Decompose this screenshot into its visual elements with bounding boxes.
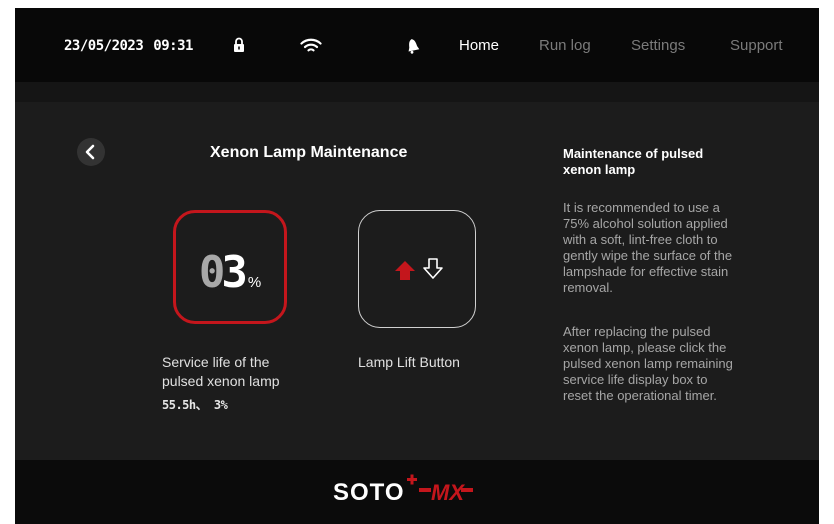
service-life-label-line2: pulsed xenon lamp <box>162 373 280 389</box>
info-line: pulsed xenon lamp remaining <box>563 356 733 371</box>
service-life-label: Service life of the pulsed xenon lamp <box>162 353 280 391</box>
info-title-line2: xenon lamp <box>563 162 636 177</box>
lamp-lift-label: Lamp Lift Button <box>358 354 460 370</box>
date-time: 23/05/2023 09:31 <box>64 38 193 54</box>
info-line: xenon lamp, please click the <box>563 340 727 355</box>
nav-settings[interactable]: Settings <box>631 37 685 54</box>
lamp-lift-button[interactable] <box>358 210 476 328</box>
logo-suffix: MX <box>431 480 465 505</box>
info-title-line1: Maintenance of pulsed <box>563 146 704 161</box>
nav-run-log[interactable]: Run log <box>539 37 591 54</box>
nav-support[interactable]: Support <box>730 37 783 54</box>
info-line: removal. <box>563 280 613 295</box>
service-life-value: 03 <box>198 247 248 298</box>
service-life-value-main: 3 <box>221 247 247 298</box>
soto-mx-logo: SOTO MX <box>333 474 473 506</box>
page-title: Xenon Lamp Maintenance <box>210 144 408 161</box>
info-line: 75% alcohol solution applied <box>563 216 728 231</box>
service-life-label-line1: Service life of the <box>162 354 270 370</box>
info-paragraph-reset: After replacing the pulsed xenon lamp, p… <box>563 324 763 404</box>
service-life-detail: 55.5h、 3% <box>162 398 228 412</box>
logo-stroke-left <box>419 488 431 492</box>
nav-home[interactable]: Home <box>459 37 499 54</box>
top-bar: 23/05/2023 09:31 Home Run log Settings S… <box>15 8 819 82</box>
header-divider-strip <box>15 82 819 102</box>
bell-icon[interactable] <box>406 38 420 59</box>
device-screen: 23/05/2023 09:31 Home Run log Settings S… <box>15 8 819 524</box>
service-life-display-box[interactable]: 03 % <box>173 210 287 324</box>
info-line: After replacing the pulsed <box>563 324 711 339</box>
info-line: gently wipe the surface of the <box>563 248 733 263</box>
time-text: 09:31 <box>153 38 193 54</box>
info-paragraph-cleaning: It is recommended to use a 75% alcohol s… <box>563 200 763 296</box>
info-line: reset the operational timer. <box>563 388 717 403</box>
service-life-unit: % <box>247 274 262 291</box>
chevron-left-icon <box>85 144 95 160</box>
info-line: service life display box to <box>563 372 708 387</box>
arrow-up-icon <box>394 260 415 280</box>
info-line: lampshade for effective stain <box>563 264 729 279</box>
footer-bar: SOTO MX <box>15 460 819 524</box>
info-line: It is recommended to use a <box>563 200 720 215</box>
arrow-down-icon <box>422 257 443 279</box>
date-text: 23/05/2023 <box>64 38 144 54</box>
lock-icon <box>233 37 245 58</box>
info-title: Maintenance of pulsed xenon lamp <box>563 146 738 178</box>
logo-stroke-right <box>461 488 473 492</box>
service-life-value-prefix: 0 <box>198 247 225 298</box>
logo-cross-mark <box>407 474 417 485</box>
info-line: with a soft, lint-free cloth to <box>563 232 718 247</box>
back-button[interactable] <box>77 138 105 166</box>
wifi-icon <box>300 38 322 59</box>
logo-text: SOTO <box>333 479 405 506</box>
